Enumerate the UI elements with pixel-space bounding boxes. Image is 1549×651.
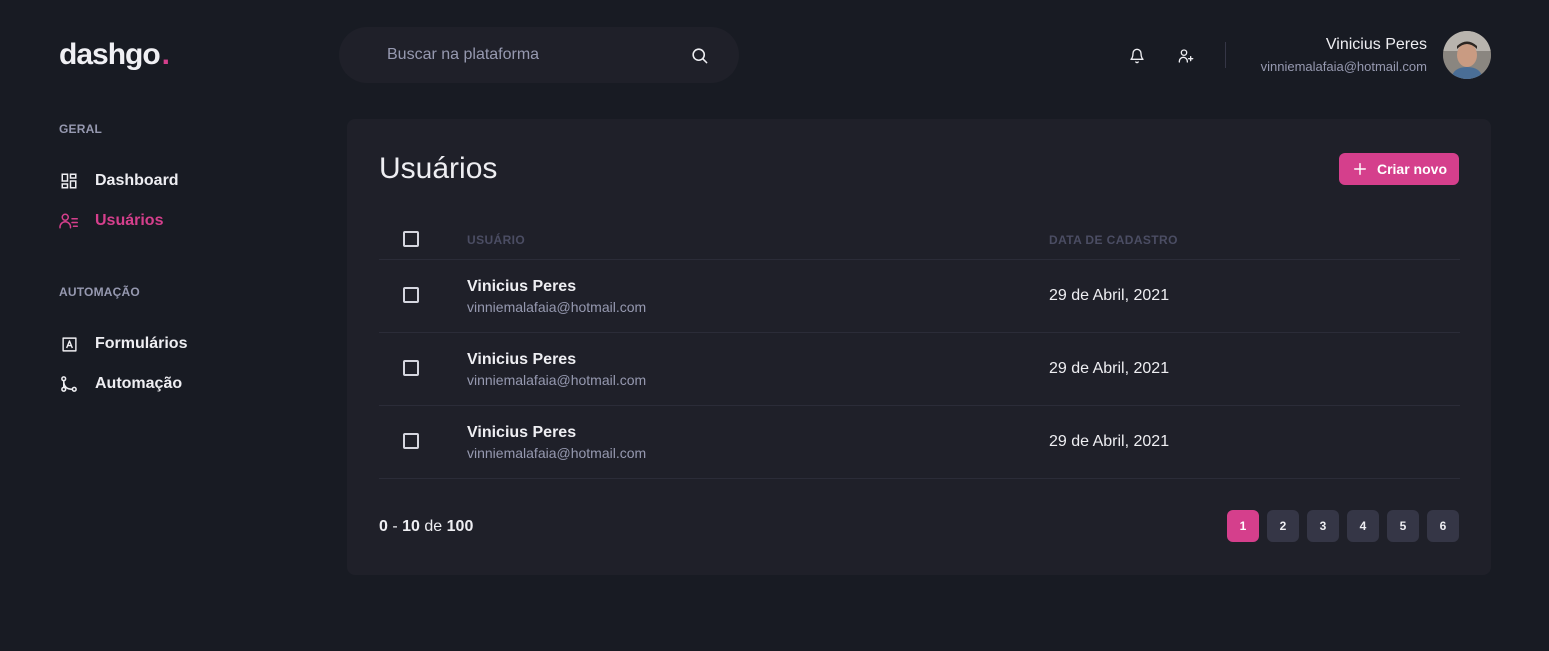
row-user-email: vinniemalafaia@hotmail.com [467, 445, 647, 461]
sidebar-section-title: AUTOMAÇÃO [59, 285, 140, 299]
pagination-of: de [424, 518, 443, 535]
user-profile: Vinicius Peres vinniemalafaia@hotmail.co… [1261, 36, 1427, 74]
logo-text: dashgo [59, 38, 161, 71]
page-button-1[interactable]: 1 [1227, 510, 1259, 542]
search-icon[interactable] [689, 45, 709, 65]
page-button-3[interactable]: 3 [1307, 510, 1339, 542]
page-button-6[interactable]: 6 [1427, 510, 1459, 542]
logo: dashgo. [59, 38, 170, 72]
table-row: Vinicius Peres vinniemalafaia@hotmail.co… [379, 406, 1460, 479]
page-button-2[interactable]: 2 [1267, 510, 1299, 542]
user-email: vinniemalafaia@hotmail.com [1260, 59, 1427, 74]
page-button-5[interactable]: 5 [1387, 510, 1419, 542]
page-button-4[interactable]: 4 [1347, 510, 1379, 542]
sidebar-item-users[interactable]: Usuários [59, 211, 163, 231]
create-user-button[interactable]: Criar novo [1338, 153, 1459, 185]
select-all-checkbox[interactable] [403, 231, 419, 247]
row-user-name: Vinicius Peres [467, 424, 577, 441]
pagination: 1 2 3 4 5 6 [1227, 510, 1459, 542]
users-table: USUÁRIO DATA DE CADASTRO Vinicius Peres … [379, 220, 1460, 479]
pagination-separator: - [392, 518, 398, 535]
row-checkbox[interactable] [403, 360, 419, 376]
git-merge-icon [59, 374, 79, 394]
header-actions [1126, 42, 1197, 70]
table-header: USUÁRIO DATA DE CADASTRO [379, 220, 1460, 260]
page-title: Usuários [379, 152, 498, 185]
sidebar-section-title: GERAL [59, 122, 102, 136]
column-header-date: DATA DE CADASTRO [1049, 233, 1178, 247]
form-icon [59, 334, 79, 354]
header-divider [1225, 42, 1226, 68]
pagination-start: 0 [379, 518, 388, 535]
sidebar-item-label: Formulários [95, 335, 188, 352]
row-date: 29 de Abril, 2021 [1049, 433, 1170, 450]
create-user-label: Criar novo [1376, 161, 1447, 177]
dashboard-icon [59, 171, 79, 191]
users-icon [59, 211, 79, 231]
user-plus-icon[interactable] [1175, 45, 1197, 67]
pagination-end: 10 [402, 518, 420, 535]
sidebar-item-label: Automação [95, 375, 183, 392]
sidebar-item-forms[interactable]: Formulários [59, 334, 187, 354]
logo-dot: . [161, 38, 170, 71]
row-user-name: Vinicius Peres [467, 278, 577, 295]
pagination-summary: 0 - 10 de 100 [379, 518, 473, 536]
pagination-total: 100 [446, 518, 474, 535]
users-panel: Usuários Criar novo USUÁRIO DATA DE CADA… [347, 119, 1491, 575]
column-header-user: USUÁRIO [467, 233, 526, 247]
user-name: Vinicius Peres [1325, 36, 1427, 53]
search-input[interactable] [387, 46, 689, 64]
bell-icon[interactable] [1126, 45, 1148, 67]
row-date: 29 de Abril, 2021 [1049, 287, 1170, 304]
search-bar [339, 27, 739, 83]
plus-icon [1353, 162, 1367, 176]
row-user-email: vinniemalafaia@hotmail.com [467, 299, 647, 315]
row-date: 29 de Abril, 2021 [1049, 360, 1170, 377]
row-user-email: vinniemalafaia@hotmail.com [467, 372, 647, 388]
sidebar-item-dashboard[interactable]: Dashboard [59, 171, 179, 191]
sidebar-item-automation[interactable]: Automação [59, 374, 182, 394]
sidebar-item-label: Usuários [95, 212, 164, 229]
sidebar-item-label: Dashboard [95, 172, 179, 189]
table-row: Vinicius Peres vinniemalafaia@hotmail.co… [379, 333, 1460, 406]
row-checkbox[interactable] [403, 287, 419, 303]
row-user-name: Vinicius Peres [467, 351, 577, 368]
row-checkbox[interactable] [403, 433, 419, 449]
avatar[interactable] [1443, 31, 1491, 79]
table-row: Vinicius Peres vinniemalafaia@hotmail.co… [379, 260, 1460, 333]
